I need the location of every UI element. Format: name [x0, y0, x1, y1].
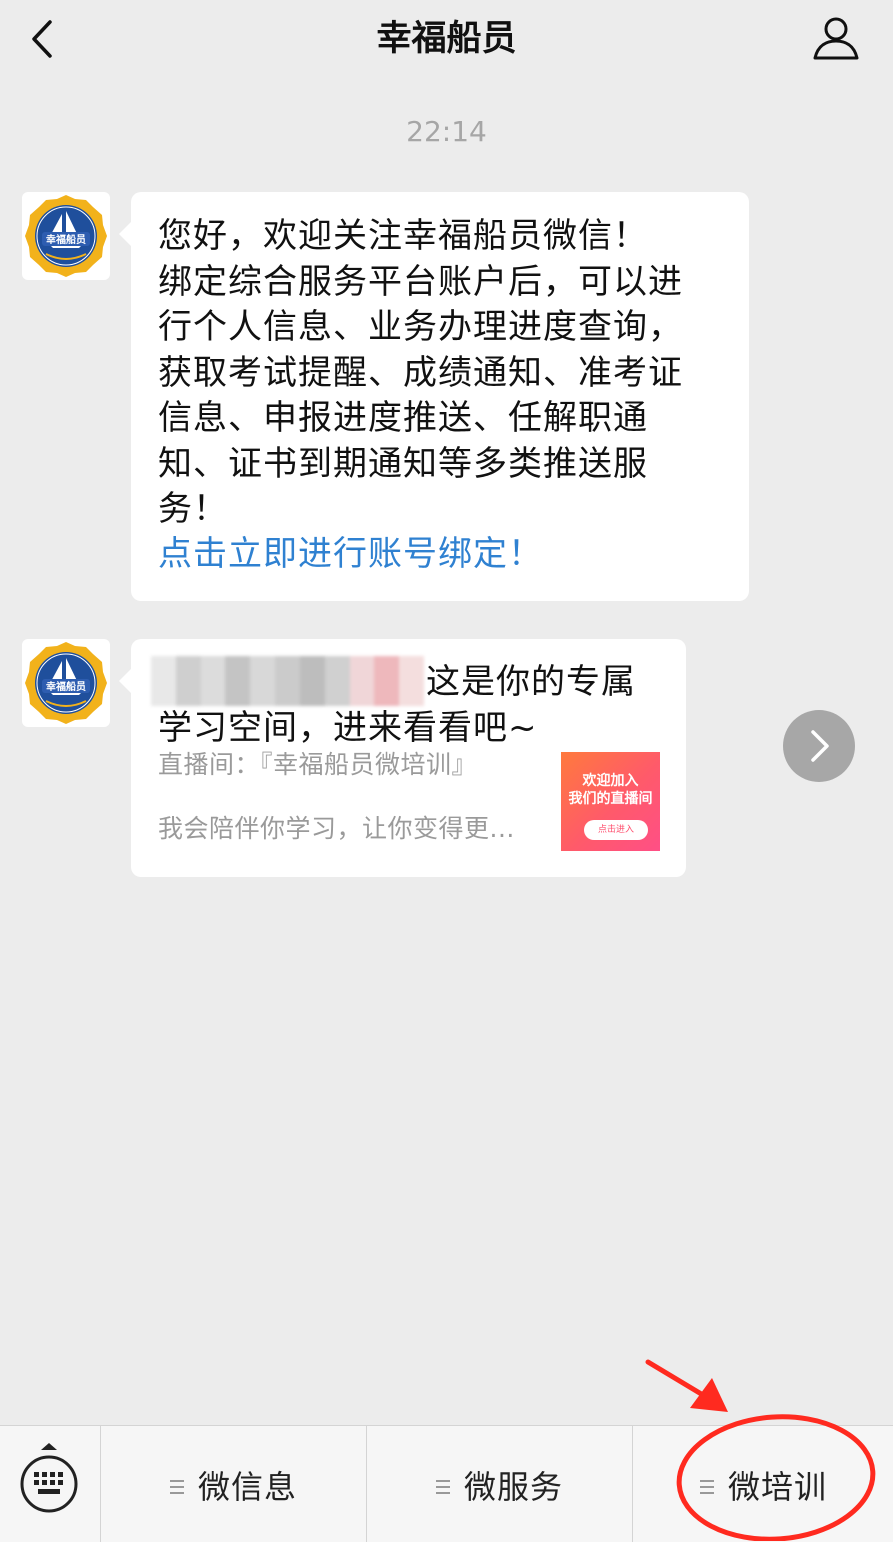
menu-weixinxi[interactable]: 微信息	[100, 1426, 366, 1542]
menu-label: 微培训	[727, 1467, 827, 1506]
forward-button[interactable]	[783, 710, 855, 782]
profile-button[interactable]	[810, 14, 862, 66]
page-title: 幸福船员	[376, 19, 517, 59]
chevron-right-icon	[811, 730, 829, 762]
bottom-menu-bar: 微信息 微服务 微培训	[0, 1425, 893, 1542]
menu-lines-icon	[169, 1479, 184, 1494]
avatar-center-text: 幸福船员	[46, 233, 86, 246]
avatar[interactable]: 幸福船员	[22, 192, 110, 280]
card-title-line2: 学习空间，进来看看吧~	[158, 708, 538, 748]
menu-lines-icon	[435, 1479, 450, 1494]
blurred-username	[151, 656, 424, 706]
message-bubble[interactable]: 您好，欢迎关注幸福船员微信！ 绑定综合服务平台账户后，可以进 行个人信息、业务办…	[119, 192, 749, 601]
avatar-center-text: 幸福船员	[46, 680, 86, 693]
thumbnail-line2: 我们的直播间	[568, 791, 653, 807]
thumbnail-line1: 欢迎加入	[582, 773, 639, 789]
menu-label: 微信息	[197, 1467, 297, 1506]
menu-weipeixun[interactable]: 微培训	[632, 1426, 893, 1542]
message-timestamp: 22:14	[406, 115, 487, 148]
thumbnail-enter-button: 点击进入	[584, 820, 648, 840]
bind-account-link[interactable]: 点击立即进行账号绑定！	[158, 532, 543, 577]
menu-weifuwu[interactable]: 微服务	[366, 1426, 632, 1542]
keyboard-toggle-button[interactable]	[0, 1426, 100, 1542]
card-thumbnail: 欢迎加入 我们的直播间 点击进入	[561, 752, 660, 851]
navigation-bar: 幸福船员	[0, 0, 893, 84]
red-arrow-annotation	[645, 1359, 728, 1412]
keyboard-icon	[20, 1443, 78, 1513]
link-card[interactable]: 这是你的专属 学习空间，进来看看吧~ 直播间：『幸福船员微培训』 我会陪伴你学习…	[119, 639, 686, 877]
card-subtitle: 直播间：『幸福船员微培训』	[158, 750, 478, 779]
happy-seafarer-logo: 幸福船员	[25, 642, 107, 724]
menu-lines-icon	[699, 1479, 714, 1494]
person-icon	[813, 17, 859, 60]
card-description: 我会陪伴你学习，让你变得更...	[158, 814, 515, 843]
avatar[interactable]: 幸福船员	[22, 639, 110, 727]
happy-seafarer-logo: 幸福船员	[25, 195, 107, 277]
message-text: 您好，欢迎关注幸福船员微信！ 绑定综合服务平台账户后，可以进 行个人信息、业务办…	[158, 216, 683, 529]
menu-label: 微服务	[463, 1467, 563, 1506]
